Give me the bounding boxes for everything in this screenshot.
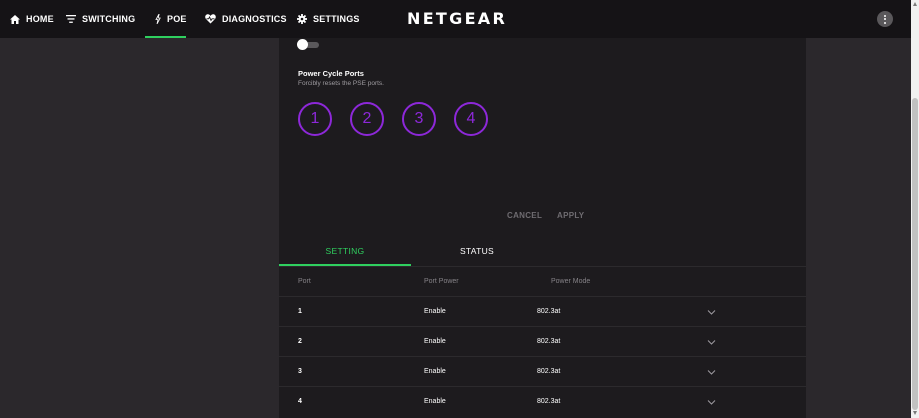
nav-settings-label: SETTINGS bbox=[313, 14, 360, 24]
column-header-port: Port bbox=[298, 278, 311, 285]
row-port-cell: 2 bbox=[298, 338, 302, 345]
tab-status[interactable]: STATUS bbox=[411, 235, 543, 266]
scroll-down-arrow-icon[interactable] bbox=[913, 411, 917, 415]
kebab-menu-icon[interactable] bbox=[877, 11, 893, 27]
cancel-button[interactable]: CANCEL bbox=[507, 211, 542, 220]
nav-diagnostics-label: DIAGNOSTICS bbox=[222, 14, 287, 24]
gear-icon bbox=[297, 14, 307, 24]
column-header-port-power: Port Power bbox=[424, 278, 459, 285]
power-cycle-port-4-button[interactable]: 4 bbox=[454, 102, 488, 136]
row-port-cell: 1 bbox=[298, 308, 302, 315]
page-scrollbar[interactable] bbox=[911, 0, 919, 418]
switching-icon bbox=[66, 15, 76, 23]
row-power-mode-cell: 802.3at bbox=[537, 368, 561, 375]
column-header-power-mode: Power Mode bbox=[551, 278, 591, 285]
power-cycle-port-2-button[interactable]: 2 bbox=[350, 102, 384, 136]
left-background bbox=[0, 38, 279, 418]
heart-pulse-icon bbox=[205, 14, 216, 24]
row-port-power-cell: Enable bbox=[424, 398, 446, 405]
table-row[interactable]: 4 Enable 802.3at bbox=[279, 386, 806, 417]
power-cycle-port-3-button[interactable]: 3 bbox=[402, 102, 436, 136]
power-cycle-description: Forcibly resets the PSE ports. bbox=[298, 80, 384, 87]
scrollbar-thumb[interactable] bbox=[912, 98, 918, 410]
home-icon bbox=[10, 14, 20, 24]
chevron-down-icon[interactable] bbox=[707, 338, 716, 346]
netgear-logo: NETGEAR bbox=[407, 9, 508, 28]
nav-home[interactable]: HOME bbox=[0, 0, 56, 38]
row-port-cell: 3 bbox=[298, 368, 302, 375]
top-navigation-bar: HOME SWITCHING POE DIAGNOSTICS SETTINGS … bbox=[0, 0, 911, 38]
table-row[interactable]: 3 Enable 802.3at bbox=[279, 356, 806, 387]
tabs-divider bbox=[279, 266, 806, 267]
nav-home-label: HOME bbox=[26, 14, 54, 24]
nav-poe[interactable]: POE bbox=[145, 0, 186, 38]
tab-setting[interactable]: SETTING bbox=[279, 235, 411, 266]
chevron-down-icon[interactable] bbox=[707, 308, 716, 316]
table-row[interactable]: 1 Enable 802.3at bbox=[279, 296, 806, 327]
right-background bbox=[806, 38, 911, 418]
nav-switching-label: SWITCHING bbox=[82, 14, 136, 24]
apply-button[interactable]: APPLY bbox=[557, 211, 584, 220]
toggle-knob bbox=[297, 39, 308, 50]
nav-diagnostics[interactable]: DIAGNOSTICS bbox=[195, 0, 287, 38]
row-port-power-cell: Enable bbox=[424, 368, 446, 375]
nav-poe-label: POE bbox=[167, 14, 187, 24]
nav-switching[interactable]: SWITCHING bbox=[56, 0, 142, 38]
poe-toggle-switch[interactable] bbox=[297, 39, 319, 50]
lightning-icon bbox=[155, 14, 161, 24]
power-cycle-title: Power Cycle Ports bbox=[298, 69, 364, 78]
row-port-cell: 4 bbox=[298, 398, 302, 405]
row-port-power-cell: Enable bbox=[424, 308, 446, 315]
chevron-down-icon[interactable] bbox=[707, 368, 716, 376]
nav-settings[interactable]: SETTINGS bbox=[287, 0, 367, 38]
row-power-mode-cell: 802.3at bbox=[537, 338, 561, 345]
row-power-mode-cell: 802.3at bbox=[537, 308, 561, 315]
row-power-mode-cell: 802.3at bbox=[537, 398, 561, 405]
scroll-up-arrow-icon[interactable] bbox=[913, 2, 917, 6]
row-port-power-cell: Enable bbox=[424, 338, 446, 345]
table-row[interactable]: 2 Enable 802.3at bbox=[279, 326, 806, 357]
chevron-down-icon[interactable] bbox=[707, 398, 716, 406]
power-cycle-port-1-button[interactable]: 1 bbox=[298, 102, 332, 136]
